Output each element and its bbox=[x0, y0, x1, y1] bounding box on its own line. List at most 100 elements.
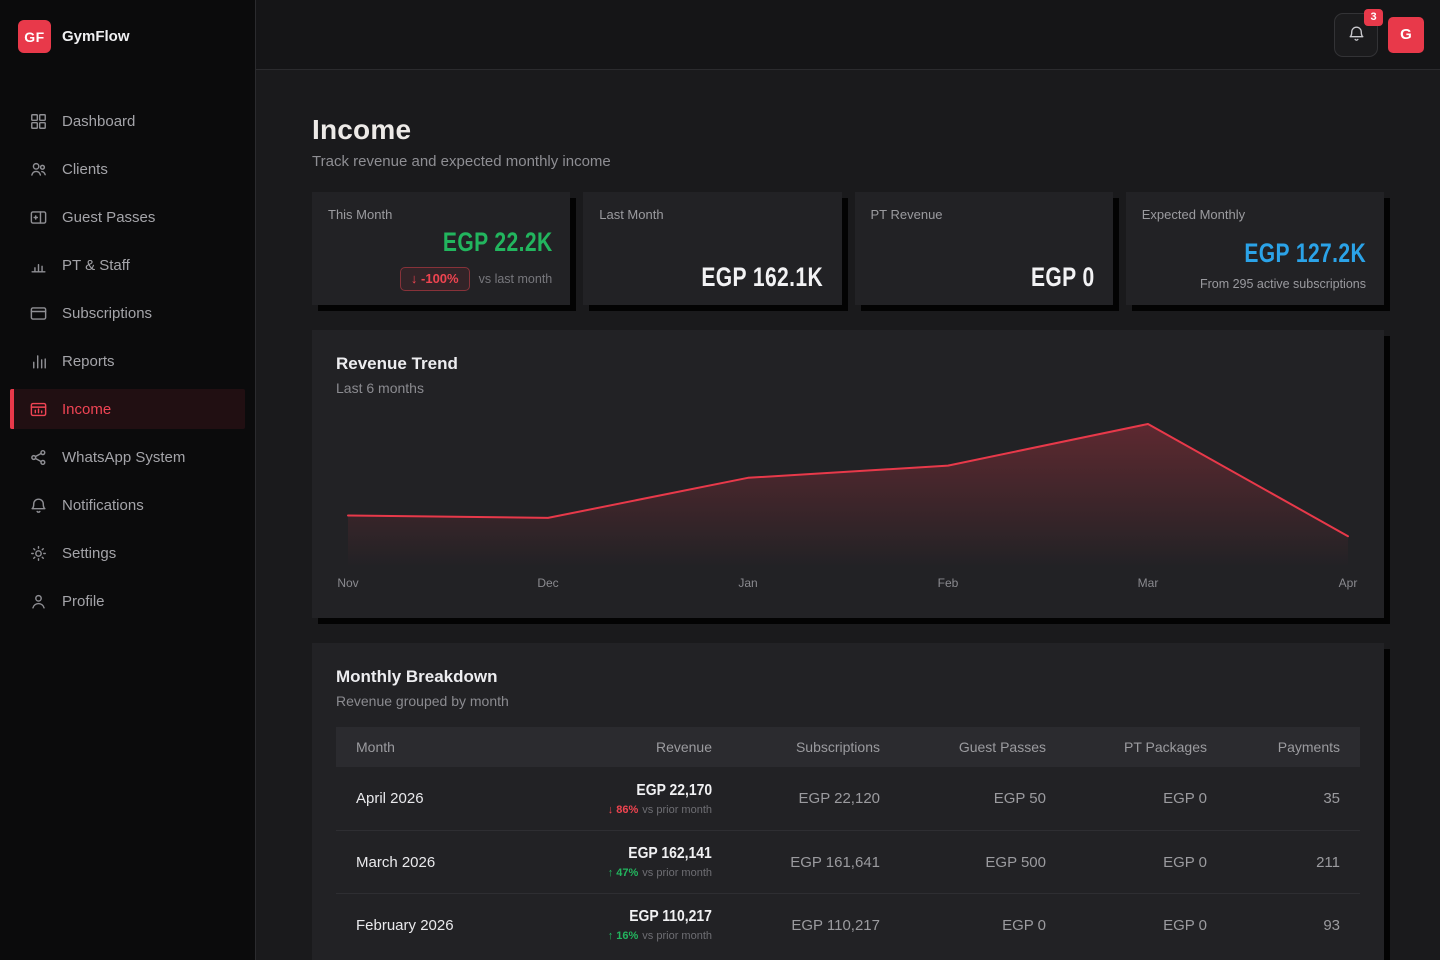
content: Income Track revenue and expected monthl… bbox=[256, 70, 1440, 960]
sidebar-item-notifications[interactable]: Notifications bbox=[10, 485, 245, 525]
page-subtitle: Track revenue and expected monthly incom… bbox=[312, 153, 1384, 170]
stat-label: This Month bbox=[328, 207, 552, 222]
chart-x-axis: NovDecJanFebMarApr bbox=[336, 576, 1360, 594]
stat-note: From 295 active subscriptions bbox=[1142, 277, 1366, 291]
users-icon bbox=[28, 159, 48, 179]
notifications-button[interactable]: 3 bbox=[1334, 13, 1378, 57]
x-axis-label: Apr bbox=[1339, 576, 1358, 590]
bell-icon bbox=[1347, 24, 1366, 46]
bar-chart-icon bbox=[28, 351, 48, 371]
bell-icon bbox=[28, 495, 48, 515]
table-subtitle: Revenue grouped by month bbox=[336, 693, 1360, 709]
column-chart-icon bbox=[28, 255, 48, 275]
user-icon bbox=[28, 591, 48, 611]
sidebar-item-settings[interactable]: Settings bbox=[10, 533, 245, 573]
cell-pt-packages: EGP 0 bbox=[1066, 917, 1227, 934]
revenue-change-note: vs prior month bbox=[642, 804, 712, 816]
dashboard-grid-icon bbox=[28, 111, 48, 131]
cell-revenue: EGP 110,217 ↑ 16%vs prior month bbox=[552, 908, 732, 942]
sidebar-item-subscriptions[interactable]: Subscriptions bbox=[10, 293, 245, 333]
cell-month: April 2026 bbox=[336, 790, 552, 807]
sidebar-item-reports[interactable]: Reports bbox=[10, 341, 245, 381]
cell-revenue: EGP 22,170 ↓ 86%vs prior month bbox=[552, 782, 732, 816]
stat-card-last-month: Last Month EGP 162.1K bbox=[583, 192, 841, 305]
stat-value: EGP 127.2K bbox=[1142, 240, 1366, 267]
cell-payments: 93 bbox=[1227, 917, 1360, 934]
sidebar-item-guest-passes[interactable]: Guest Passes bbox=[10, 197, 245, 237]
brand: GF GymFlow bbox=[0, 0, 255, 73]
sidebar-item-label: Notifications bbox=[62, 497, 144, 514]
income-card-chart-icon bbox=[28, 399, 48, 419]
sidebar: GF GymFlow Dashboard Clients Guest Passes P… bbox=[0, 0, 256, 960]
cell-month: March 2026 bbox=[336, 854, 552, 871]
column-header-subscriptions: Subscriptions bbox=[732, 739, 900, 755]
sun-icon bbox=[28, 543, 48, 563]
user-avatar[interactable]: G bbox=[1388, 17, 1424, 53]
share-nodes-icon bbox=[28, 447, 48, 467]
stat-label: Last Month bbox=[599, 207, 823, 222]
stat-value: EGP 22.2K bbox=[328, 229, 552, 256]
sidebar-nav: Dashboard Clients Guest Passes PT & Staff Su… bbox=[0, 101, 255, 621]
credit-card-icon bbox=[28, 303, 48, 323]
revenue-change: ↓ 86% bbox=[608, 804, 639, 816]
revenue-change-note: vs prior month bbox=[642, 867, 712, 879]
monthly-breakdown-card: Monthly Breakdown Revenue grouped by mon… bbox=[312, 643, 1384, 960]
stat-cards-row: This Month EGP 22.2K ↓ -100% vs last mon… bbox=[312, 192, 1384, 305]
cell-guest-passes: EGP 50 bbox=[900, 790, 1066, 807]
sidebar-item-label: PT & Staff bbox=[62, 257, 130, 274]
cell-revenue: EGP 162,141 ↑ 47%vs prior month bbox=[552, 845, 732, 879]
brand-name: GymFlow bbox=[62, 28, 130, 45]
brand-logo-icon: GF bbox=[18, 20, 51, 53]
page-title: Income bbox=[312, 114, 1384, 146]
x-axis-label: Feb bbox=[938, 576, 959, 590]
sidebar-item-whatsapp[interactable]: WhatsApp System bbox=[10, 437, 245, 477]
table-row: February 2026EGP 110,217 ↑ 16%vs prior m… bbox=[336, 893, 1360, 956]
revenue-change-note: vs prior month bbox=[642, 930, 712, 942]
cell-payments: 211 bbox=[1227, 854, 1360, 871]
cell-payments: 35 bbox=[1227, 790, 1360, 807]
revenue-change: ↑ 16% bbox=[608, 930, 639, 942]
stat-card-expected-monthly: Expected Monthly EGP 127.2K From 295 act… bbox=[1126, 192, 1384, 305]
sidebar-item-income[interactable]: Income bbox=[10, 389, 245, 429]
x-axis-label: Nov bbox=[337, 576, 358, 590]
chart-title: Revenue Trend bbox=[336, 354, 1360, 374]
sidebar-item-label: Dashboard bbox=[62, 113, 135, 130]
stat-label: PT Revenue bbox=[871, 207, 1095, 222]
topbar: 3 G bbox=[256, 0, 1440, 70]
sidebar-item-label: Clients bbox=[62, 161, 108, 178]
stat-card-pt-revenue: PT Revenue EGP 0 bbox=[855, 192, 1113, 305]
stat-label: Expected Monthly bbox=[1142, 207, 1366, 222]
column-header-revenue: Revenue bbox=[552, 739, 732, 755]
sidebar-item-label: Settings bbox=[62, 545, 116, 562]
table-header-row: MonthRevenueSubscriptionsGuest PassesPT … bbox=[336, 727, 1360, 767]
column-header-guest-passes: Guest Passes bbox=[900, 739, 1066, 755]
x-axis-label: Jan bbox=[738, 576, 757, 590]
stat-value: EGP 0 bbox=[871, 264, 1095, 291]
cell-subscriptions: EGP 161,641 bbox=[732, 854, 900, 871]
x-axis-label: Dec bbox=[537, 576, 558, 590]
column-header-pt-packages: PT Packages bbox=[1066, 739, 1227, 755]
revenue-trend-card: Revenue Trend Last 6 months NovDecJanFeb… bbox=[312, 330, 1384, 618]
change-badge: ↓ -100% bbox=[400, 267, 470, 291]
change-note: vs last month bbox=[479, 272, 553, 286]
sidebar-item-label: Reports bbox=[62, 353, 115, 370]
sidebar-item-dashboard[interactable]: Dashboard bbox=[10, 101, 245, 141]
sidebar-item-profile[interactable]: Profile bbox=[10, 581, 245, 621]
sidebar-item-label: Guest Passes bbox=[62, 209, 155, 226]
cell-guest-passes: EGP 500 bbox=[900, 854, 1066, 871]
guest-pass-card-icon bbox=[28, 207, 48, 227]
sidebar-item-label: Income bbox=[62, 401, 111, 418]
column-header-payments: Payments bbox=[1227, 739, 1360, 755]
stat-value: EGP 162.1K bbox=[599, 264, 823, 291]
column-header-month: Month bbox=[336, 739, 552, 755]
cell-subscriptions: EGP 22,120 bbox=[732, 790, 900, 807]
stat-card-this-month: This Month EGP 22.2K ↓ -100% vs last mon… bbox=[312, 192, 570, 305]
monthly-breakdown-table: MonthRevenueSubscriptionsGuest PassesPT … bbox=[336, 727, 1360, 956]
table-body: April 2026EGP 22,170 ↓ 86%vs prior month… bbox=[336, 767, 1360, 956]
table-row: March 2026EGP 162,141 ↑ 47%vs prior mont… bbox=[336, 830, 1360, 893]
sidebar-item-clients[interactable]: Clients bbox=[10, 149, 245, 189]
revenue-trend-line-chart bbox=[336, 410, 1360, 570]
table-title: Monthly Breakdown bbox=[336, 667, 1360, 687]
sidebar-item-pt-staff[interactable]: PT & Staff bbox=[10, 245, 245, 285]
cell-pt-packages: EGP 0 bbox=[1066, 854, 1227, 871]
